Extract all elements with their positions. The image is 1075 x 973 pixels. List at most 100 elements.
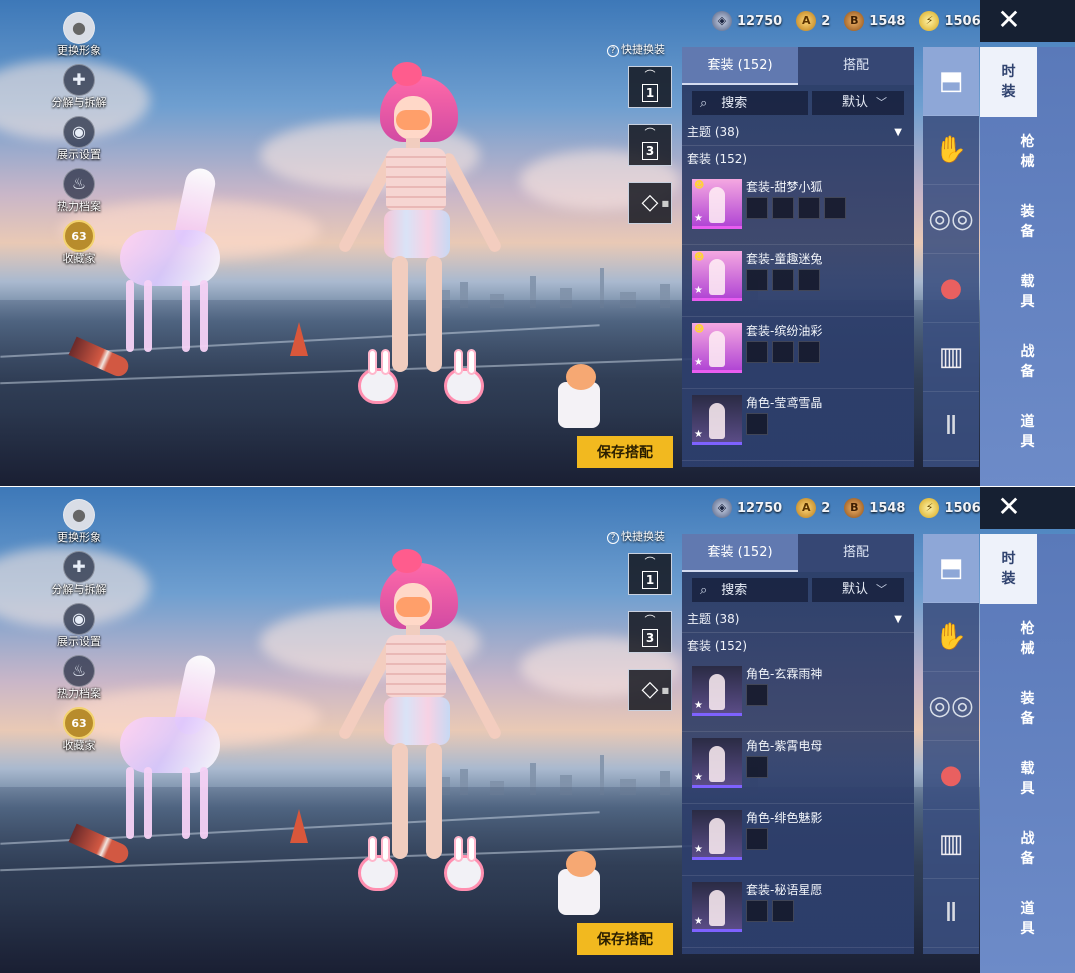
part-thumbnail[interactable] xyxy=(746,197,768,219)
part-thumbnail[interactable] xyxy=(746,684,768,706)
tab-sets[interactable]: 套装 (152) xyxy=(682,534,798,572)
section-sets[interactable]: 套装 (152) xyxy=(682,146,914,173)
list-item[interactable]: ☻ ★ 套装-童趣迷兔 xyxy=(682,245,914,317)
menu-display-settings[interactable]: ◉ 展示设置 xyxy=(48,116,110,168)
category-glasses[interactable]: ◎◎ xyxy=(923,185,979,254)
category-pants[interactable]: Ⅱ xyxy=(923,392,979,461)
main-category-0[interactable]: 时装 xyxy=(980,534,1037,604)
close-icon[interactable]: ✕ xyxy=(990,493,1028,523)
outfit-slot-1[interactable]: ⌒ 1 xyxy=(628,553,672,595)
glasses-icon: ◎◎ xyxy=(928,691,974,721)
gold-coin-icon: ⚡ xyxy=(919,498,940,518)
menu-heat-profile[interactable]: ♨ 热力档案 xyxy=(48,168,110,220)
part-thumbnail[interactable] xyxy=(798,197,820,219)
tab-combos[interactable]: 搭配 xyxy=(798,534,914,572)
category-top-clothes[interactable]: ▥ xyxy=(923,323,979,392)
currency-uc[interactable]: ◈ 12750 xyxy=(712,498,782,518)
tab-combos[interactable]: 搭配 xyxy=(798,47,914,85)
quick-swap-label[interactable]: ? 快捷换装 xyxy=(607,41,665,57)
category-top-clothes[interactable]: ▥ xyxy=(923,810,979,879)
main-category-4[interactable]: 战备 xyxy=(980,814,1075,884)
close-icon[interactable]: ✕ xyxy=(990,6,1028,36)
search-box[interactable]: ⌕ xyxy=(692,578,808,602)
part-thumbnail[interactable] xyxy=(746,900,768,922)
main-category-1[interactable]: 枪械 xyxy=(980,604,1075,674)
category-face-mask[interactable]: ● xyxy=(923,254,979,323)
search-input[interactable] xyxy=(721,95,802,111)
list-item[interactable]: ★ 角色-紫霄电母 xyxy=(682,732,914,804)
category-glasses[interactable]: ◎◎ xyxy=(923,672,979,741)
part-thumbnail[interactable] xyxy=(746,756,768,778)
currency-ag[interactable]: A2 xyxy=(796,11,830,31)
list-item[interactable]: ★ 角色-莹鸢雪晶 xyxy=(682,389,914,461)
main-category-2[interactable]: 装备 xyxy=(980,674,1075,744)
category-gloves[interactable]: ✋ xyxy=(923,116,979,185)
quick-swap-label[interactable]: ? 快捷换装 xyxy=(607,528,665,544)
main-category-5[interactable]: 道具 xyxy=(980,884,1075,954)
part-thumbnail[interactable] xyxy=(772,900,794,922)
part-thumbnail[interactable] xyxy=(746,341,768,363)
part-thumbnail[interactable] xyxy=(798,269,820,291)
part-thumbnail[interactable] xyxy=(746,269,768,291)
currency-bp[interactable]: B 1548 xyxy=(844,11,905,31)
category-pants[interactable]: Ⅱ xyxy=(923,879,979,948)
main-category-3[interactable]: 载具 xyxy=(980,744,1075,814)
search-input[interactable] xyxy=(721,582,802,598)
category-outfit-box[interactable]: ⬒ xyxy=(923,47,979,116)
save-outfit-button[interactable]: 保存搭配 xyxy=(577,923,673,955)
main-category-4[interactable]: 战备 xyxy=(980,327,1075,397)
part-thumbnail[interactable] xyxy=(746,413,768,435)
main-category-2[interactable]: 装备 xyxy=(980,187,1075,257)
tab-sets[interactable]: 套装 (152) xyxy=(682,47,798,85)
menu-display-settings[interactable]: ◉ 展示设置 xyxy=(48,603,110,655)
outfit-slot-3[interactable]: ⌒ 3 xyxy=(628,124,672,166)
category-outfit-box[interactable]: ⬒ xyxy=(923,534,979,603)
section-theme[interactable]: 主题 (38) ▼ xyxy=(682,119,914,146)
menu-collector[interactable]: 63 收藏家 xyxy=(48,707,110,759)
pet-companion[interactable] xyxy=(552,847,600,923)
list-item[interactable]: ★ 角色-绯色魅影 xyxy=(682,804,914,876)
sort-dropdown[interactable]: 默认 ﹀ xyxy=(812,91,904,115)
save-outfit-button[interactable]: 保存搭配 xyxy=(577,436,673,468)
outfit-slot-1[interactable]: ⌒ 1 xyxy=(628,66,672,108)
part-thumbnail[interactable] xyxy=(772,197,794,219)
pet-companion[interactable] xyxy=(552,360,600,436)
player-character[interactable] xyxy=(330,62,503,440)
menu-change-avatar[interactable]: ● 更换形象 xyxy=(48,12,110,64)
search-box[interactable]: ⌕ xyxy=(692,91,808,115)
sort-dropdown[interactable]: 默认 ﹀ xyxy=(812,578,904,602)
menu-heat-profile[interactable]: ♨ 热力档案 xyxy=(48,655,110,707)
part-thumbnail[interactable] xyxy=(824,197,846,219)
bp-coin-icon: B xyxy=(844,11,865,31)
list-item[interactable]: ★ 套装-秘语星愿 xyxy=(682,876,914,948)
premium-slot[interactable]: ◇ ■ xyxy=(628,669,672,711)
menu-collector[interactable]: 63 收藏家 xyxy=(48,220,110,272)
list-item[interactable]: ☻ ★ 套装-缤纷油彩 xyxy=(682,317,914,389)
menu-decompose[interactable]: ✚ 分解与拆解 xyxy=(48,551,110,603)
category-gloves[interactable]: ✋ xyxy=(923,603,979,672)
search-icon: ⌕ xyxy=(700,582,708,598)
part-thumbnail[interactable] xyxy=(772,269,794,291)
currency-uc[interactable]: ◈ 12750 xyxy=(712,11,782,31)
outfit-slot-3[interactable]: ⌒ 3 xyxy=(628,611,672,653)
main-category-5[interactable]: 道具 xyxy=(980,397,1075,467)
main-category-1[interactable]: 枪械 xyxy=(980,117,1075,187)
part-thumbnail[interactable] xyxy=(772,341,794,363)
part-thumbnail[interactable] xyxy=(746,828,768,850)
player-character[interactable] xyxy=(330,549,503,927)
part-thumbnail[interactable] xyxy=(798,341,820,363)
item-info: 角色-玄霖雨神 xyxy=(746,664,822,727)
list-item[interactable]: ☻ ★ 套装-甜梦小狐 xyxy=(682,173,914,245)
eye-icon: ◉ xyxy=(63,603,95,635)
main-category-3[interactable]: 载具 xyxy=(980,257,1075,327)
main-category-0[interactable]: 时装 xyxy=(980,47,1037,117)
section-theme[interactable]: 主题 (38) ▼ xyxy=(682,606,914,633)
currency-bp[interactable]: B 1548 xyxy=(844,498,905,518)
section-sets[interactable]: 套装 (152) xyxy=(682,633,914,660)
list-item[interactable]: ★ 角色-玄霖雨神 xyxy=(682,660,914,732)
premium-slot[interactable]: ◇ ■ xyxy=(628,182,672,224)
menu-decompose[interactable]: ✚ 分解与拆解 xyxy=(48,64,110,116)
menu-change-avatar[interactable]: ● 更换形象 xyxy=(48,499,110,551)
category-face-mask[interactable]: ● xyxy=(923,741,979,810)
currency-ag[interactable]: A2 xyxy=(796,498,830,518)
